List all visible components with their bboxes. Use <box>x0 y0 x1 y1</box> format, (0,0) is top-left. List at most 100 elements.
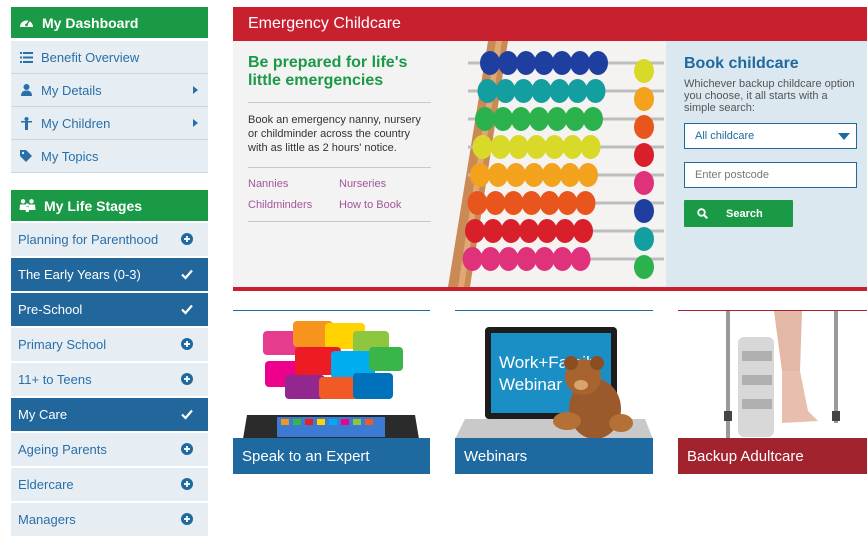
stage-item-planning-for-parenthood[interactable]: Planning for Parenthood <box>11 223 208 256</box>
plus-circle-icon[interactable] <box>181 373 193 385</box>
hero-links: Nannies Nurseries Childminders How to Bo… <box>248 178 431 211</box>
list-icon <box>19 50 33 64</box>
dashboard-header[interactable]: My Dashboard <box>11 7 208 38</box>
dashboard-item-benefit-overview[interactable]: Benefit Overview <box>11 41 208 74</box>
tile-label: Webinars <box>464 447 528 465</box>
stage-item-managers[interactable]: Managers <box>11 503 208 536</box>
dropdown-arrow-icon <box>838 133 850 140</box>
hero-bar-title: Emergency Childcare <box>248 15 401 32</box>
abacus-bead <box>511 107 531 131</box>
booking-title: Book childcare <box>684 55 799 72</box>
abacus-bead <box>547 107 567 131</box>
abacus-bead <box>557 191 578 215</box>
hero-text-block: Be prepared for life's little emergencie… <box>248 54 431 232</box>
user-icon <box>19 83 33 97</box>
stage-item-label: Eldercare <box>18 477 74 492</box>
dashboard-item-label: My Details <box>41 82 102 98</box>
abacus-bead <box>467 191 488 215</box>
abacus-bead <box>565 107 585 131</box>
booking-description: Whichever backup childcare option you ch… <box>684 78 855 114</box>
childcare-type-select[interactable]: All childcare <box>684 123 857 149</box>
plus-circle-icon[interactable] <box>181 478 193 490</box>
abacus-bead <box>583 107 603 131</box>
dashboard-item-label: My Topics <box>41 148 99 164</box>
abacus-bead <box>552 51 572 75</box>
abacus-bead <box>506 163 526 187</box>
abacus-bead <box>472 135 493 159</box>
tile-speak-to-expert[interactable]: Speak to an Expert <box>233 310 430 474</box>
plus-circle-icon[interactable] <box>181 443 193 455</box>
check-icon[interactable] <box>181 303 193 315</box>
tile-backup-adultcare[interactable]: Backup Adultcare <box>678 310 867 474</box>
search-button[interactable]: Search <box>684 200 793 227</box>
sidebar: My Dashboard Benefit Overview My Details… <box>11 7 208 536</box>
check-icon[interactable] <box>181 408 193 420</box>
plus-circle-icon[interactable] <box>181 233 193 245</box>
plus-circle-icon[interactable] <box>181 513 193 525</box>
stage-item-label: Planning for Parenthood <box>18 232 159 247</box>
stage-item-label: 11+ to Teens <box>18 372 92 387</box>
stage-item-label: Pre-School <box>18 302 83 317</box>
tile-label: Backup Adultcare <box>687 447 804 465</box>
life-stages-list: Planning for Parenthood The Early Years … <box>11 223 208 536</box>
abacus-bead <box>634 143 654 167</box>
stage-item-my-care[interactable]: My Care <box>11 398 208 431</box>
link-how-to-book[interactable]: How to Book <box>339 199 431 211</box>
abacus-bead <box>634 255 654 279</box>
speech-bubbles-phone-image <box>243 321 419 439</box>
abacus-bead <box>480 247 501 271</box>
abacus-bead <box>585 79 606 103</box>
life-stages-header[interactable]: My Life Stages <box>11 190 208 221</box>
abacus-bead <box>498 51 518 75</box>
abacus-bead <box>516 51 536 75</box>
abacus-bead <box>552 247 573 271</box>
abacus-bead <box>578 163 598 187</box>
postcode-input[interactable] <box>684 162 857 188</box>
abacus-bead <box>498 247 519 271</box>
abacus-bead <box>560 163 580 187</box>
abacus-bead <box>516 247 537 271</box>
abacus-bead <box>537 219 557 243</box>
abacus-bead <box>485 191 506 215</box>
link-nurseries[interactable]: Nurseries <box>339 178 431 190</box>
walking-frame-leg-image <box>678 311 867 439</box>
dashboard-item-my-details[interactable]: My Details <box>11 74 208 107</box>
divider <box>248 167 431 168</box>
feature-tiles: Speak to an Expert Work+Family Webinar W… <box>233 310 867 474</box>
check-icon[interactable] <box>181 268 193 280</box>
abacus-bead <box>570 247 591 271</box>
abacus-bead <box>570 51 590 75</box>
stage-item-eldercare[interactable]: Eldercare <box>11 468 208 501</box>
divider <box>248 102 431 103</box>
dashboard-item-my-children[interactable]: My Children <box>11 107 208 140</box>
stage-item-ageing-parents[interactable]: Ageing Parents <box>11 433 208 466</box>
abacus-bead <box>575 191 596 215</box>
dashboard-menu: Benefit Overview My Details My Children … <box>11 41 208 173</box>
tile-webinars[interactable]: Work+Family Webinar Webinars <box>455 310 653 474</box>
dashboard-item-label: My Children <box>41 115 111 131</box>
abacus-bead <box>462 247 483 271</box>
abacus-bead <box>634 115 654 139</box>
stage-item-pre-school[interactable]: Pre-School <box>11 293 208 326</box>
abacus-bead <box>634 227 654 251</box>
abacus-bead <box>480 51 500 75</box>
dashboard-item-my-topics[interactable]: My Topics <box>11 140 208 173</box>
stage-item-early-years[interactable]: The Early Years (0-3) <box>11 258 208 291</box>
link-nannies[interactable]: Nannies <box>248 178 339 190</box>
abacus-bead <box>573 219 593 243</box>
dashboard-title: My Dashboard <box>42 14 139 31</box>
abacus-bead <box>534 51 554 75</box>
stage-item-11-to-teens[interactable]: 11+ to Teens <box>11 363 208 396</box>
stage-item-primary-school[interactable]: Primary School <box>11 328 208 361</box>
plus-circle-icon[interactable] <box>181 338 193 350</box>
abacus-bead <box>508 135 529 159</box>
link-childminders[interactable]: Childminders <box>248 199 339 211</box>
abacus-bead <box>531 79 552 103</box>
chevron-right-icon <box>193 119 198 127</box>
select-value: All childcare <box>695 130 755 142</box>
abacus-bead <box>524 163 544 187</box>
stage-item-label: Ageing Parents <box>18 442 107 457</box>
abacus-bead <box>488 163 508 187</box>
stage-item-label: My Care <box>18 407 68 422</box>
search-icon <box>697 208 708 219</box>
